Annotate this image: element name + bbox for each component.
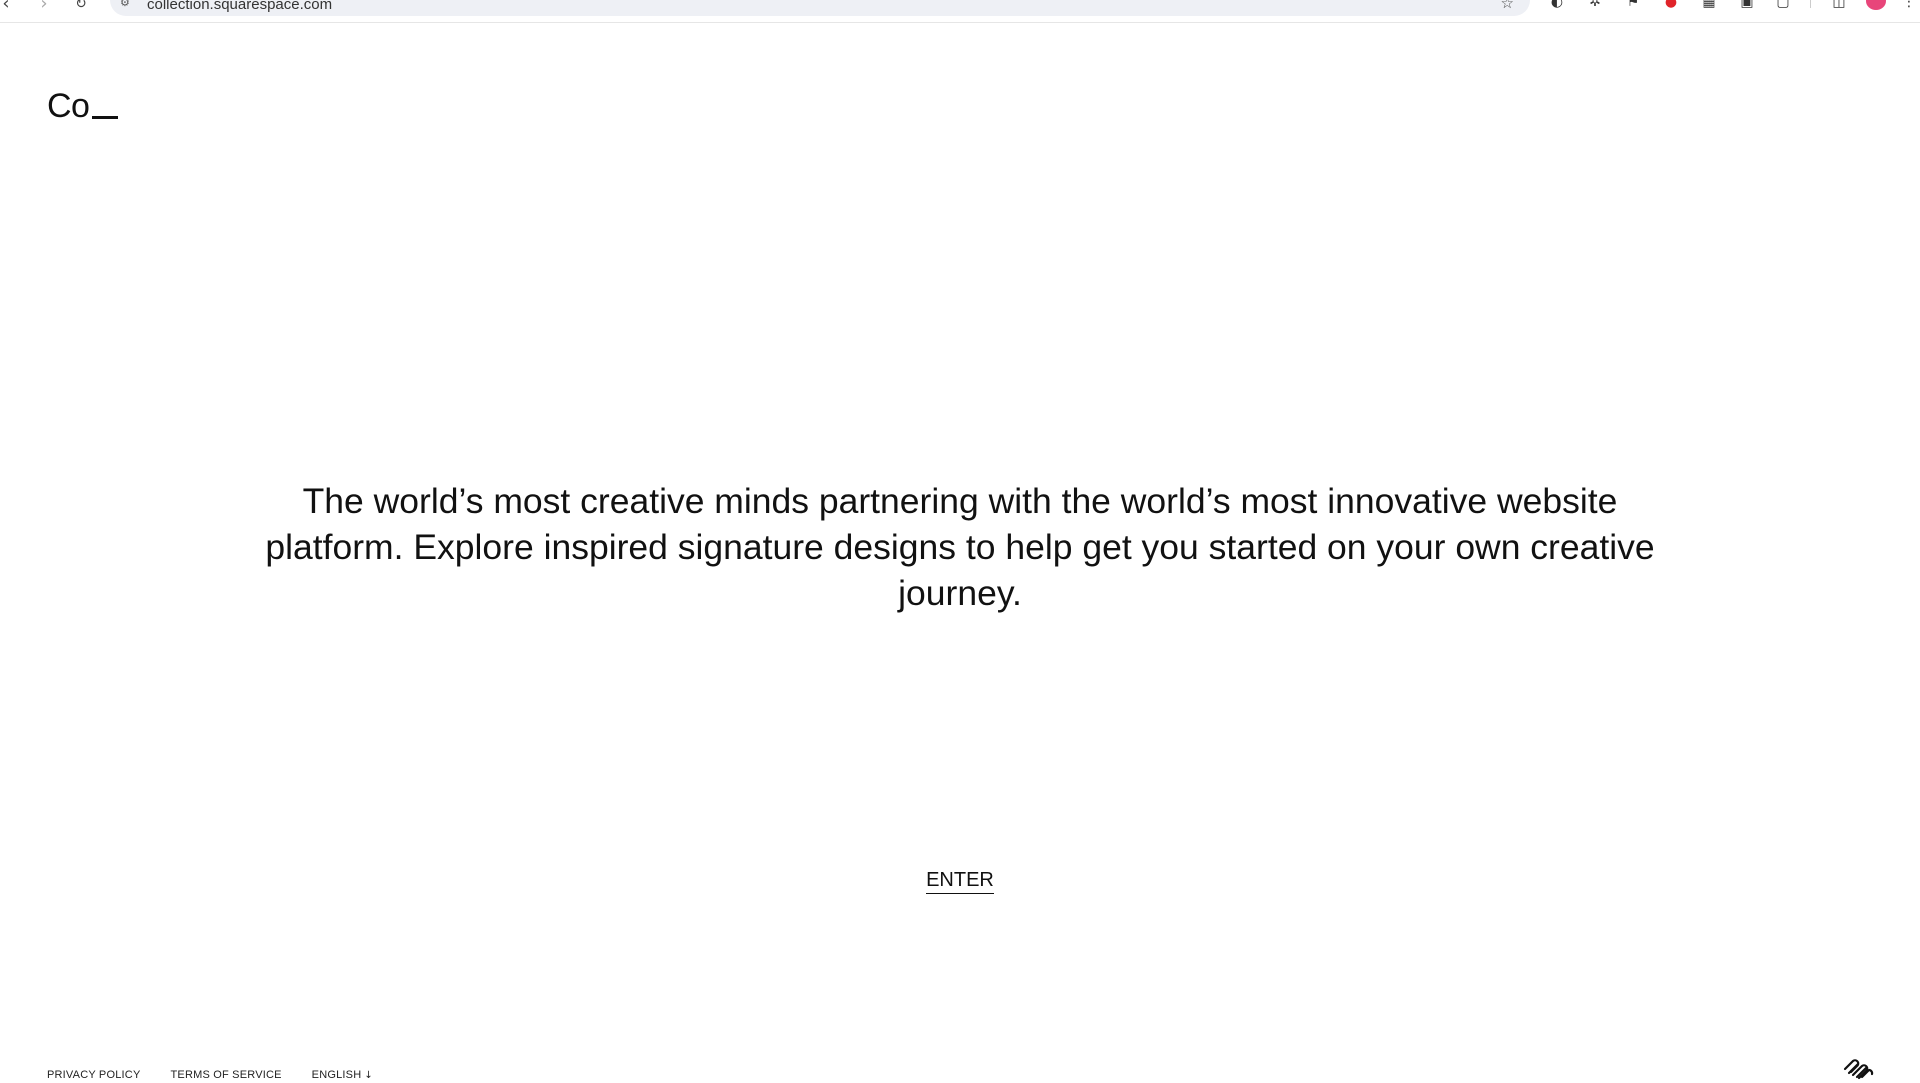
footer-links: PRIVACY POLICY TERMS OF SERVICE ENGLISH ↓ (47, 1069, 373, 1083)
privacy-policy-link[interactable]: PRIVACY POLICY (47, 1069, 140, 1083)
logo-text: Co (47, 87, 90, 125)
extensions-puzzle-icon[interactable]: ▢ (1774, 0, 1792, 10)
extension-image-icon[interactable]: ▣ (1738, 0, 1756, 10)
back-arrow-icon[interactable]: ‹ (0, 0, 16, 14)
extension-gear-icon[interactable]: ✲ (1586, 0, 1604, 10)
site-settings-icon[interactable]: ⚙ (120, 0, 134, 8)
enter-label[interactable]: ENTER (926, 869, 994, 894)
extension-flag-icon[interactable]: ⚑ (1624, 0, 1642, 10)
terms-of-service-link[interactable]: TERMS OF SERVICE (170, 1069, 281, 1083)
browser-menu-icon[interactable]: ⋮ (1900, 0, 1918, 10)
chevron-down-icon: ↓ (364, 1070, 373, 1081)
language-label[interactable]: ENGLISH (312, 1069, 362, 1081)
toolbar-divider (1810, 0, 1811, 8)
forward-arrow-icon[interactable]: › (34, 0, 54, 14)
browser-toolbar: ‹ › ↻ ⚙ collection.squarespace.com ☆ ◐ ✲… (0, 0, 1920, 23)
extension-translate-icon[interactable]: ◐ (1548, 0, 1566, 10)
squarespace-logo-icon[interactable] (1842, 1058, 1874, 1080)
profile-avatar[interactable] (1866, 0, 1886, 10)
site-logo[interactable]: Co (47, 86, 119, 126)
hero-statement: The world’s most creative minds partneri… (265, 481, 1655, 613)
address-url[interactable]: collection.squarespace.com (147, 0, 332, 13)
enter-link[interactable]: ENTER (900, 868, 1020, 894)
side-panel-icon[interactable]: ◫ (1830, 0, 1848, 10)
language-selector[interactable]: ENGLISH ↓ (312, 1069, 373, 1083)
bookmark-star-icon[interactable]: ☆ (1501, 0, 1514, 11)
reload-icon[interactable]: ↻ (71, 0, 91, 14)
logo-underscore-mark (92, 116, 119, 119)
extension-grid-icon[interactable]: ▦ (1700, 0, 1718, 10)
extension-opera-icon[interactable]: ● (1662, 0, 1680, 10)
address-bar[interactable]: ⚙ collection.squarespace.com ☆ (110, 0, 1530, 16)
